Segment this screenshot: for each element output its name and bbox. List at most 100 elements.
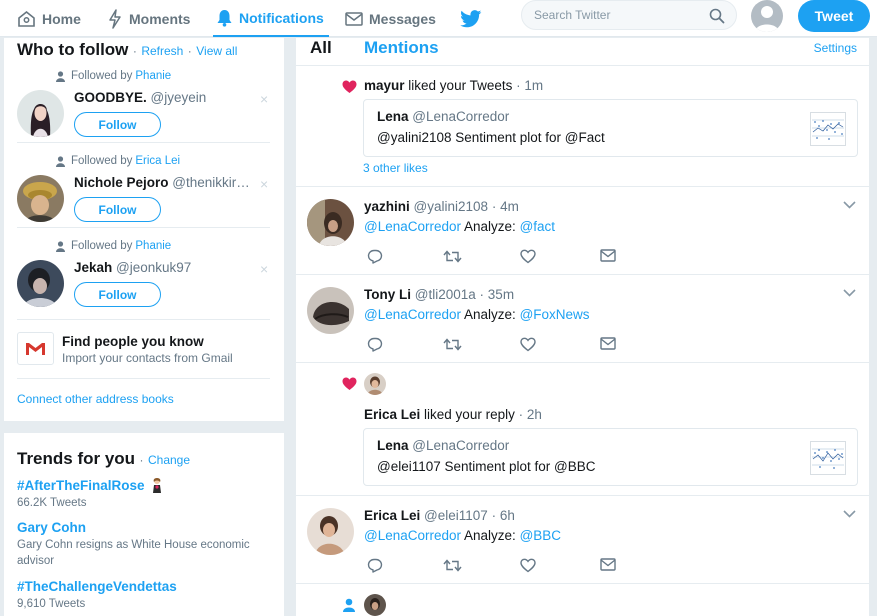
- followed-by-user[interactable]: Phanie: [135, 70, 171, 82]
- like-notification[interactable]: Erica Lei liked your reply · 2h Lena @Le…: [296, 364, 869, 496]
- mention-link[interactable]: @LenaCorredor: [364, 307, 461, 322]
- chevron-down-icon[interactable]: [843, 510, 856, 518]
- person-icon: [56, 155, 71, 167]
- reply-icon[interactable]: [367, 337, 383, 352]
- separator: ·: [491, 508, 497, 523]
- user-avatar[interactable]: [17, 175, 64, 222]
- user-avatar[interactable]: [307, 508, 354, 555]
- tweet-button[interactable]: Tweet: [798, 0, 870, 32]
- timestamp[interactable]: 4m: [500, 199, 519, 214]
- followed-by-label: Followed by: [71, 155, 133, 167]
- trend-item[interactable]: #TheChallengeVendettas 9,610 Tweets: [17, 579, 272, 612]
- dm-icon[interactable]: [600, 337, 616, 350]
- change-trends-link[interactable]: Change: [148, 453, 190, 467]
- user-name-line[interactable]: GOODBYE. @jyeyein: [74, 90, 252, 105]
- tweet-author-line[interactable]: Erica Lei @elei1107 · 6h: [364, 508, 515, 523]
- user-avatar[interactable]: [17, 260, 64, 307]
- profile-avatar[interactable]: [751, 0, 783, 32]
- twitter-home-logo[interactable]: [460, 0, 488, 37]
- follow-button[interactable]: Follow: [74, 197, 161, 222]
- timestamp[interactable]: 6h: [500, 508, 515, 523]
- reply-icon[interactable]: [367, 558, 383, 573]
- timestamp[interactable]: 2h: [527, 407, 542, 422]
- other-likes-link[interactable]: 3 other likes: [363, 161, 428, 175]
- nav-home[interactable]: Home: [17, 0, 81, 37]
- follow-suggestion: Followed by Erica Lei Nichole Pejoro @th…: [4, 151, 284, 236]
- timestamp[interactable]: 1m: [524, 78, 543, 93]
- user-avatar[interactable]: [307, 199, 354, 246]
- user-avatar[interactable]: [17, 90, 64, 137]
- user-name-line[interactable]: Nichole Pejoro @thenikkir…: [74, 175, 252, 190]
- nav-moments[interactable]: Moments: [107, 0, 190, 37]
- quoted-tweet[interactable]: Lena @LenaCorredor @yalini2108 Sentiment…: [363, 99, 858, 157]
- dm-icon[interactable]: [600, 249, 616, 262]
- nav-messages[interactable]: Messages: [345, 0, 436, 37]
- chevron-down-icon[interactable]: [843, 201, 856, 209]
- retweet-icon[interactable]: [443, 337, 462, 352]
- notifications-timeline: All Mentions Settings mayur liked your T…: [296, 38, 869, 616]
- followed-by-user[interactable]: Erica Lei: [135, 155, 180, 167]
- followed-by-label: Followed by: [71, 240, 133, 252]
- connect-address-books-link[interactable]: Connect other address books: [17, 392, 174, 406]
- mention-tweet[interactable]: yazhini @yalini2108 · 4m @LenaCorredor A…: [296, 188, 869, 275]
- dismiss-icon[interactable]: ×: [260, 91, 268, 107]
- tweet-author-line[interactable]: Tony Li @tli2001a · 35m: [364, 287, 514, 302]
- divider: [17, 378, 270, 379]
- tweet-author-line[interactable]: yazhini @yalini2108 · 4m: [364, 199, 519, 214]
- retweet-icon[interactable]: [443, 558, 462, 573]
- like-notification[interactable]: mayur liked your Tweets · 1m Lena @LenaC…: [296, 67, 869, 187]
- tab-mentions[interactable]: Mentions: [364, 38, 439, 58]
- like-icon[interactable]: [520, 249, 536, 264]
- retweet-icon[interactable]: [443, 249, 462, 264]
- search-input[interactable]: [534, 8, 704, 22]
- rose-emoji-icon: [150, 477, 164, 493]
- like-icon[interactable]: [520, 337, 536, 352]
- quoted-tweet[interactable]: Lena @LenaCorredor @elei1107 Sentiment p…: [363, 428, 858, 486]
- follower-avatar[interactable]: [364, 594, 386, 616]
- chevron-down-icon[interactable]: [843, 289, 856, 297]
- mention-link[interactable]: @LenaCorredor: [364, 219, 461, 234]
- dm-icon[interactable]: [600, 558, 616, 571]
- liker-avatar[interactable]: [364, 373, 386, 395]
- nav-messages-label: Messages: [369, 10, 436, 27]
- timestamp[interactable]: 35m: [488, 287, 514, 302]
- view-all-link[interactable]: View all: [196, 44, 237, 58]
- plot-thumbnail: [810, 112, 846, 146]
- trend-description: Gary Cohn resigns as White House economi…: [17, 539, 250, 567]
- dismiss-icon[interactable]: ×: [260, 261, 268, 277]
- liker-name[interactable]: Erica Lei: [364, 407, 420, 422]
- like-action: liked your Tweets: [408, 78, 513, 93]
- mention-link[interactable]: @fact: [520, 219, 555, 234]
- refresh-link[interactable]: Refresh: [141, 44, 183, 58]
- mention-link[interactable]: @FoxNews: [520, 307, 590, 322]
- nav-notifications[interactable]: Notifications: [213, 0, 329, 37]
- user-name: GOODBYE.: [74, 90, 147, 105]
- tweet-body: Analyze:: [464, 528, 516, 543]
- heart-icon: [342, 377, 357, 391]
- search-icon[interactable]: [709, 8, 725, 24]
- trends-title: Trends for you: [17, 449, 136, 468]
- home-icon: [17, 10, 42, 28]
- quoted-author: Lena @LenaCorredor: [377, 438, 509, 453]
- follow-button[interactable]: Follow: [74, 112, 161, 137]
- dismiss-icon[interactable]: ×: [260, 176, 268, 192]
- liker-name[interactable]: mayur: [364, 78, 405, 93]
- reply-icon[interactable]: [367, 249, 383, 264]
- user-name-line[interactable]: Jekah @jeonkuk97: [74, 260, 252, 275]
- follow-button[interactable]: Follow: [74, 282, 161, 307]
- trend-item[interactable]: Gary Cohn Gary Cohn resigns as White Hou…: [17, 520, 272, 569]
- mention-tweet[interactable]: Erica Lei @elei1107 · 6h @LenaCorredor A…: [296, 497, 869, 584]
- settings-link[interactable]: Settings: [814, 41, 857, 55]
- user-avatar[interactable]: [307, 287, 354, 334]
- trends-panel: Trends for you · Change #AfterTheFinalRo…: [4, 433, 284, 616]
- follow-notification[interactable]: [296, 585, 869, 616]
- who-to-follow-header: Who to follow · Refresh · View all: [17, 40, 237, 60]
- mention-tweet[interactable]: Tony Li @tli2001a · 35m @LenaCorredor An…: [296, 276, 869, 363]
- followed-by-user[interactable]: Phanie: [135, 240, 171, 252]
- like-icon[interactable]: [520, 558, 536, 573]
- mention-link[interactable]: @BBC: [520, 528, 561, 543]
- mention-link[interactable]: @LenaCorredor: [364, 528, 461, 543]
- trend-item[interactable]: #AfterTheFinalRose 66.2K Tweets: [17, 477, 272, 511]
- tab-all[interactable]: All: [310, 38, 332, 58]
- lightning-icon: [107, 8, 129, 29]
